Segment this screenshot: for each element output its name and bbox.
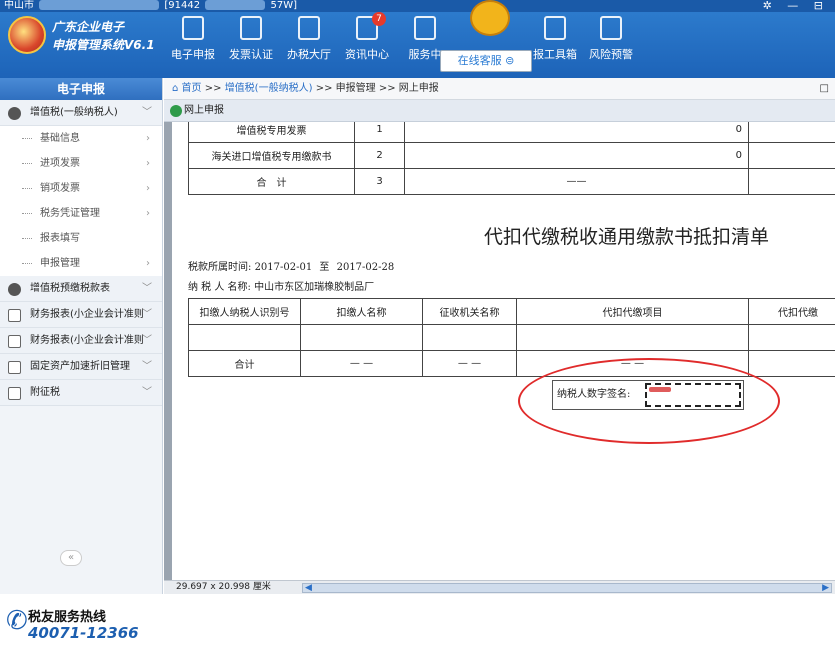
sidebar-header: 电子申报 — [0, 78, 162, 100]
tab-icon — [170, 105, 182, 117]
collapse-sidebar-button[interactable]: « — [60, 550, 82, 566]
tab-online-declare[interactable]: 网上申报 — [164, 100, 835, 122]
sidebar-section-vat[interactable]: 增值税(一般纳税人)﹀ — [0, 100, 162, 126]
chevron-right-icon: › — [146, 126, 150, 151]
title-code-end: 57W] — [270, 0, 297, 11]
top-toolbar: 中山市 [91442 57W] ✲ — ⊟ 广东企业电子 申报管理系统V6.1 … — [0, 0, 835, 78]
digital-signature-field[interactable] — [645, 383, 741, 407]
breadcrumb: ⌂ 首页 >> 增值税(一般纳税人) >> 申报管理 >> 网上申报 □ — [164, 78, 835, 100]
sidebar-item-input-invoice[interactable]: 进项发票› — [0, 151, 162, 176]
toolbox-icon — [544, 16, 566, 40]
breadcrumb-mgmt[interactable]: 申报管理 — [336, 83, 376, 94]
chevron-down-icon: ﹀ — [142, 302, 152, 328]
window-title: 中山市 [91442 57W] ✲ — ⊟ — [0, 0, 835, 12]
summary-table: 增值税专用发票10 海关进口增值税专用缴款书20 合 计3—— — [188, 122, 835, 195]
title-code-start: [91442 — [164, 0, 200, 11]
nav-tax-hall[interactable]: 办税大厅 — [280, 14, 338, 62]
sidebar-item-output-invoice[interactable]: 销项发票› — [0, 176, 162, 201]
nav-info-center[interactable]: 7资讯中心 — [338, 14, 396, 62]
taxpayer-name: 纳 税 人 名称: 中山市东区加瑞橡胶制品厂 — [188, 278, 374, 293]
deduction-table: 扣缴人纳税人识别号 扣缴人名称 征收机关名称 代扣代缴项目 代扣代缴 合计 — … — [188, 298, 835, 377]
list-icon — [8, 335, 21, 348]
phone-icon: ✆ — [6, 606, 28, 636]
sidebar-section-finance-report-1[interactable]: 财务报表(小企业会计准则﹀ — [0, 302, 162, 328]
hotline-title: 税友服务热线 — [28, 606, 106, 625]
sidebar-item-declare-mgmt[interactable]: 申报管理› — [0, 251, 162, 276]
breadcrumb-home[interactable]: 首页 — [182, 83, 202, 94]
chart-icon — [8, 361, 21, 374]
nav-risk-warning[interactable]: 风险预警 — [582, 14, 640, 62]
service-icon — [414, 16, 436, 40]
breadcrumb-vat[interactable]: 增值税(一般纳税人) — [225, 83, 313, 94]
chevron-down-icon: ﹀ — [142, 328, 152, 354]
chevron-right-icon: › — [146, 151, 150, 176]
title-city: 中山市 — [4, 0, 34, 11]
breadcrumb-current: 网上申报 — [399, 83, 439, 94]
redacted-company — [39, 0, 159, 10]
sidebar: 电子申报 增值税(一般纳税人)﹀ 基础信息› 进项发票› 销项发票› 税务凭证管… — [0, 78, 163, 594]
sidebar-item-basic-info[interactable]: 基础信息› — [0, 126, 162, 151]
tax-emblem-icon — [8, 16, 46, 54]
invoice-icon — [240, 16, 262, 40]
table-row: 增值税专用发票10 — [189, 122, 835, 143]
nav-e-declare[interactable]: 电子申报 — [164, 14, 222, 62]
horizontal-scrollbar[interactable]: ◀ ▶ — [302, 583, 832, 593]
table-row: 合 计3—— — [189, 169, 835, 195]
chevron-right-icon: › — [146, 176, 150, 201]
chevron-right-icon: › — [146, 251, 150, 276]
warning-icon — [600, 16, 622, 40]
chevron-down-icon: ﹀ — [142, 100, 152, 126]
sidebar-item-report-fill[interactable]: 报表填写 — [0, 226, 162, 251]
brand-line2: 申报管理系统V6.1 — [52, 36, 155, 53]
page-size: 29.697 x 20.998 厘米 — [176, 582, 271, 592]
sidebar-section-fixed-assets[interactable]: 固定资产加速折旧管理﹀ — [0, 354, 162, 380]
table-row — [189, 325, 835, 351]
chevron-down-icon: ﹀ — [142, 276, 152, 302]
sidebar-section-vat-prepay[interactable]: 增值税预缴税款表﹀ — [0, 276, 162, 302]
redacted-code — [205, 0, 265, 10]
chevron-down-icon: ﹀ — [142, 380, 152, 406]
chevron-down-icon: ﹀ — [142, 354, 152, 380]
s-icon — [8, 283, 21, 296]
scroll-right-icon[interactable]: ▶ — [822, 582, 829, 595]
online-service-button[interactable]: 在线客服 ⊜ — [440, 50, 532, 72]
chart-icon — [8, 309, 21, 322]
building-icon — [8, 387, 21, 400]
mascot-icon — [470, 0, 510, 36]
home-icon: ⌂ — [172, 83, 178, 94]
hotline-number: 40071-12366 — [28, 624, 139, 642]
brand-line1: 广东企业电子 — [52, 18, 124, 35]
digital-signature-box: 纳税人数字签名: — [552, 380, 744, 410]
window-controls[interactable]: ✲ — ⊟ — [763, 0, 829, 12]
maximize-icon[interactable]: □ — [820, 78, 829, 100]
monitor-icon — [182, 16, 204, 40]
chevron-right-icon: › — [146, 201, 150, 226]
table-row: 海关进口增值税专用缴款书20 — [189, 143, 835, 169]
scroll-left-icon[interactable]: ◀ — [305, 582, 312, 595]
document-title: 代扣代缴税收通用缴款书抵扣清单 — [484, 222, 769, 249]
table-header: 扣缴人纳税人识别号 扣缴人名称 征收机关名称 代扣代缴项目 代扣代缴 — [189, 299, 835, 325]
hall-icon — [298, 16, 320, 40]
status-bar: 29.697 x 20.998 厘米 ◀ ▶ — [164, 580, 835, 594]
document-view: 增值税专用发票10 海关进口增值税专用缴款书20 合 计3—— 代扣代缴税收通用… — [164, 122, 835, 580]
sidebar-item-tax-voucher[interactable]: 税务凭证管理› — [0, 201, 162, 226]
sidebar-section-surtax[interactable]: 附征税﹀ — [0, 380, 162, 406]
tax-period: 税款所属时间: 2017-02-01 至 2017-02-28 — [188, 258, 394, 273]
notification-badge: 7 — [372, 12, 386, 26]
sidebar-section-finance-report-2[interactable]: 财务报表(小企业会计准则﹀ — [0, 328, 162, 354]
hotline-panel: ✆ 税友服务热线 40071-12366 — [0, 586, 163, 656]
nav-toolbox[interactable]: 报工具箱 — [526, 14, 584, 62]
nav-invoice-auth[interactable]: 发票认证 — [222, 14, 280, 62]
s-icon — [8, 107, 21, 120]
